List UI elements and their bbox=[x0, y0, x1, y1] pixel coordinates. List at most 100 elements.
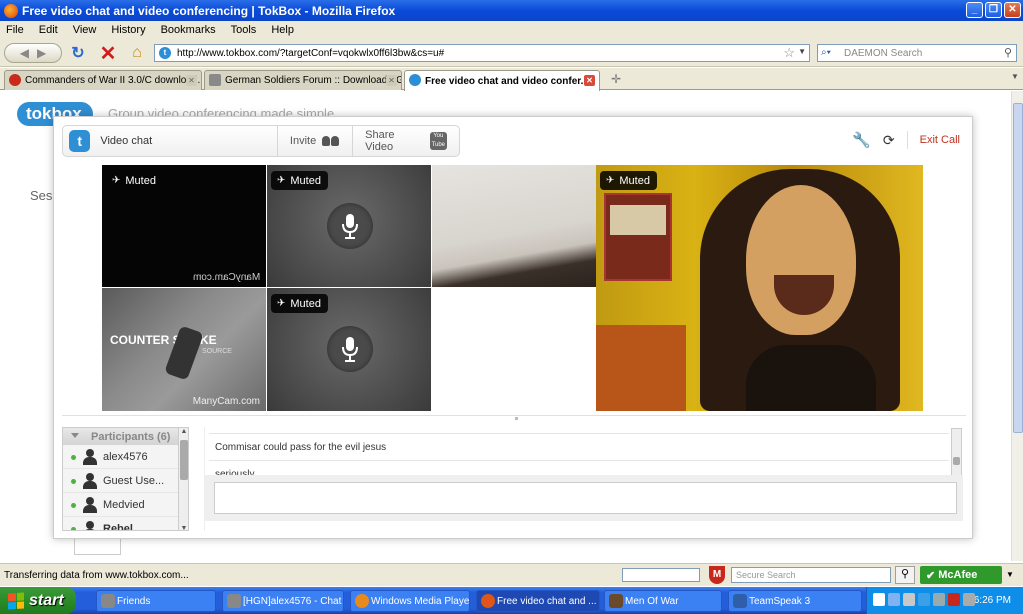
video-tile[interactable]: ✈ Muted bbox=[267, 165, 431, 287]
chat-input[interactable] bbox=[214, 482, 957, 514]
video-tile[interactable]: ✈ Muted ManyCam.com bbox=[102, 165, 266, 287]
youtube-icon: You Tube bbox=[429, 132, 447, 150]
video-tile[interactable] bbox=[432, 165, 596, 287]
mcafee-shield-icon[interactable]: M bbox=[709, 566, 725, 584]
minimize-button[interactable]: _ bbox=[966, 2, 983, 18]
close-window-button[interactable]: ✕ bbox=[1004, 2, 1021, 18]
resize-handle-icon[interactable] bbox=[515, 417, 518, 420]
menu-edit[interactable]: Edit bbox=[39, 24, 58, 36]
participants-header[interactable]: Participants (6) bbox=[63, 428, 188, 445]
navigation-toolbar: ◀ ▶ ↻ ✕ ⌂ t http://www.tokbox.com/?targe… bbox=[0, 39, 1023, 67]
participant-row[interactable]: alex4576 bbox=[63, 445, 188, 469]
muted-badge: ✈ Muted bbox=[271, 294, 328, 313]
chat-input-area bbox=[205, 475, 963, 521]
windows-taskbar: start Friends [HGN]alex4576 - Chat Windo… bbox=[0, 587, 1023, 614]
tab-close-icon[interactable]: ✕ bbox=[584, 75, 595, 86]
search-box[interactable]: ⌕▾ DAEMON Search ⚲ bbox=[817, 44, 1017, 62]
address-bar[interactable]: t http://www.tokbox.com/?targetConf=vqok… bbox=[154, 44, 810, 62]
game-icon bbox=[609, 594, 623, 608]
tab-german-soldiers-forum[interactable]: German Soldiers Forum :: Download - G...… bbox=[204, 70, 402, 90]
system-tray: 6:26 PM bbox=[866, 587, 1023, 614]
taskbar-item-chat[interactable]: [HGN]alex4576 - Chat bbox=[222, 590, 344, 612]
volume-icon[interactable] bbox=[963, 593, 975, 606]
start-button[interactable]: start bbox=[0, 587, 76, 614]
chat-scrollbar[interactable] bbox=[951, 428, 962, 476]
refresh-icon[interactable]: ⟳ bbox=[883, 132, 895, 149]
video-tile[interactable]: ✈ Muted bbox=[267, 288, 431, 411]
participant-name: Rebel bbox=[103, 522, 133, 531]
video-tile-speaker[interactable]: ✈ Muted bbox=[596, 165, 923, 411]
taskbar-item-friends[interactable]: Friends bbox=[96, 590, 216, 612]
chat-message: Commisar could pass for the evil jesus bbox=[215, 442, 387, 453]
menu-help[interactable]: Help bbox=[271, 24, 294, 36]
search-icon[interactable]: ⚲ bbox=[1004, 46, 1012, 59]
back-arrow-icon[interactable]: ◀ bbox=[20, 46, 29, 60]
firefox-icon bbox=[481, 594, 495, 608]
tokbox-favicon bbox=[409, 74, 421, 86]
clock: 6:26 PM bbox=[973, 595, 1011, 606]
invite-button[interactable]: Invite bbox=[278, 125, 352, 157]
menu-history[interactable]: History bbox=[111, 24, 145, 36]
ventrilo-icon bbox=[227, 594, 241, 608]
network-icon[interactable] bbox=[888, 593, 900, 606]
url-dropdown-icon[interactable]: ▼ bbox=[798, 47, 806, 56]
taskbar-item-men-of-war[interactable]: Men Of War bbox=[604, 590, 722, 612]
menu-tools[interactable]: Tools bbox=[231, 24, 257, 36]
share-label: Share Video bbox=[365, 129, 395, 153]
secure-search-input[interactable]: Secure Search bbox=[731, 567, 891, 583]
tray-app-icon[interactable] bbox=[903, 593, 915, 606]
participant-name: Medvied bbox=[103, 498, 145, 511]
stop-icon[interactable]: ✕ bbox=[97, 43, 119, 65]
exit-call-button[interactable]: Exit Call bbox=[920, 134, 960, 146]
mcafee-badge[interactable]: ✔ McAfee bbox=[920, 566, 1002, 584]
tab-close-icon[interactable]: ✕ bbox=[386, 75, 397, 86]
taskbar-item-media-player[interactable]: Windows Media Player bbox=[350, 590, 470, 612]
new-tab-icon[interactable]: ✛ bbox=[604, 72, 628, 88]
video-tile[interactable]: COUNTER STRIKE SOURCE ManyCam.com bbox=[102, 288, 266, 411]
taskbar-item-firefox[interactable]: Free video chat and ... bbox=[476, 590, 600, 612]
participant-row[interactable]: Guest Use... bbox=[63, 469, 188, 493]
scroll-thumb[interactable] bbox=[953, 457, 960, 465]
online-status-icon bbox=[71, 479, 76, 484]
menu-file[interactable]: File bbox=[6, 24, 24, 36]
share-video-button[interactable]: Share Video You Tube bbox=[353, 125, 459, 157]
tab-commanders-of-war[interactable]: Commanders of War II 3.0/C download... ✕ bbox=[4, 70, 202, 90]
settings-wrench-icon[interactable]: 🔧 bbox=[852, 131, 871, 149]
scroll-down-icon[interactable]: ▼ bbox=[180, 525, 188, 530]
home-icon[interactable]: ⌂ bbox=[127, 43, 147, 63]
back-forward-buttons[interactable]: ◀ ▶ bbox=[4, 43, 62, 63]
page-scrollbar[interactable] bbox=[1011, 91, 1023, 561]
dropdown-arrow-icon[interactable]: ▼ bbox=[1006, 570, 1014, 579]
bookmark-star-icon[interactable]: ☆ bbox=[783, 45, 795, 61]
search-placeholder[interactable]: DAEMON Search bbox=[844, 48, 922, 59]
reload-icon[interactable]: ↻ bbox=[68, 43, 88, 63]
participants-scrollbar[interactable]: ▲ ▼ bbox=[178, 428, 188, 530]
scroll-up-icon[interactable]: ▲ bbox=[180, 428, 188, 435]
online-status-icon bbox=[71, 455, 76, 460]
url-text[interactable]: http://www.tokbox.com/?targetConf=vqokwl… bbox=[177, 48, 444, 59]
scroll-thumb[interactable] bbox=[180, 440, 188, 480]
tray-app-icon[interactable] bbox=[918, 593, 930, 606]
menu-view[interactable]: View bbox=[73, 24, 97, 36]
search-icon[interactable]: ⚲ bbox=[895, 566, 915, 584]
tokbox-chat-icon: t bbox=[69, 130, 91, 152]
maximize-button[interactable]: ❐ bbox=[985, 2, 1002, 18]
muted-badge: ✈ Muted bbox=[271, 171, 328, 190]
forward-arrow-icon[interactable]: ▶ bbox=[37, 46, 46, 60]
ventrilo-tray-icon[interactable] bbox=[933, 593, 945, 606]
collapse-triangle-icon[interactable] bbox=[71, 433, 79, 438]
search-engine-icon[interactable]: ⌕▾ bbox=[821, 47, 831, 58]
tab-list-icon[interactable]: ▼ bbox=[1011, 72, 1019, 81]
loading-progress bbox=[622, 568, 700, 582]
mcafee-tray-icon[interactable] bbox=[948, 593, 960, 606]
help-icon[interactable] bbox=[873, 593, 885, 606]
scroll-thumb[interactable] bbox=[1013, 103, 1023, 433]
participant-row[interactable]: Rebel bbox=[63, 517, 188, 531]
taskbar-item-teamspeak[interactable]: TeamSpeak 3 bbox=[728, 590, 862, 612]
panel-divider[interactable] bbox=[62, 415, 966, 416]
tab-close-icon[interactable]: ✕ bbox=[186, 75, 197, 86]
tab-tokbox[interactable]: Free video chat and video confer... ✕ bbox=[404, 70, 600, 91]
menu-bookmarks[interactable]: Bookmarks bbox=[161, 24, 216, 36]
participant-row[interactable]: Medvied bbox=[63, 493, 188, 517]
participants-panel: Participants (6) alex4576 Guest Use... M… bbox=[62, 427, 189, 531]
